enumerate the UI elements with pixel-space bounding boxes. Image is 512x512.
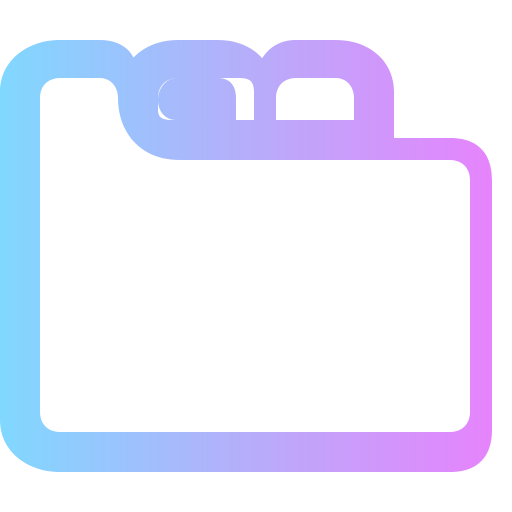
folder-with-tabs-icon bbox=[0, 40, 492, 472]
folder-tab-first bbox=[120, 40, 274, 140]
folder-tab-second bbox=[254, 40, 394, 140]
icon-canvas bbox=[0, 0, 512, 512]
folder-body-outline bbox=[0, 40, 492, 472]
